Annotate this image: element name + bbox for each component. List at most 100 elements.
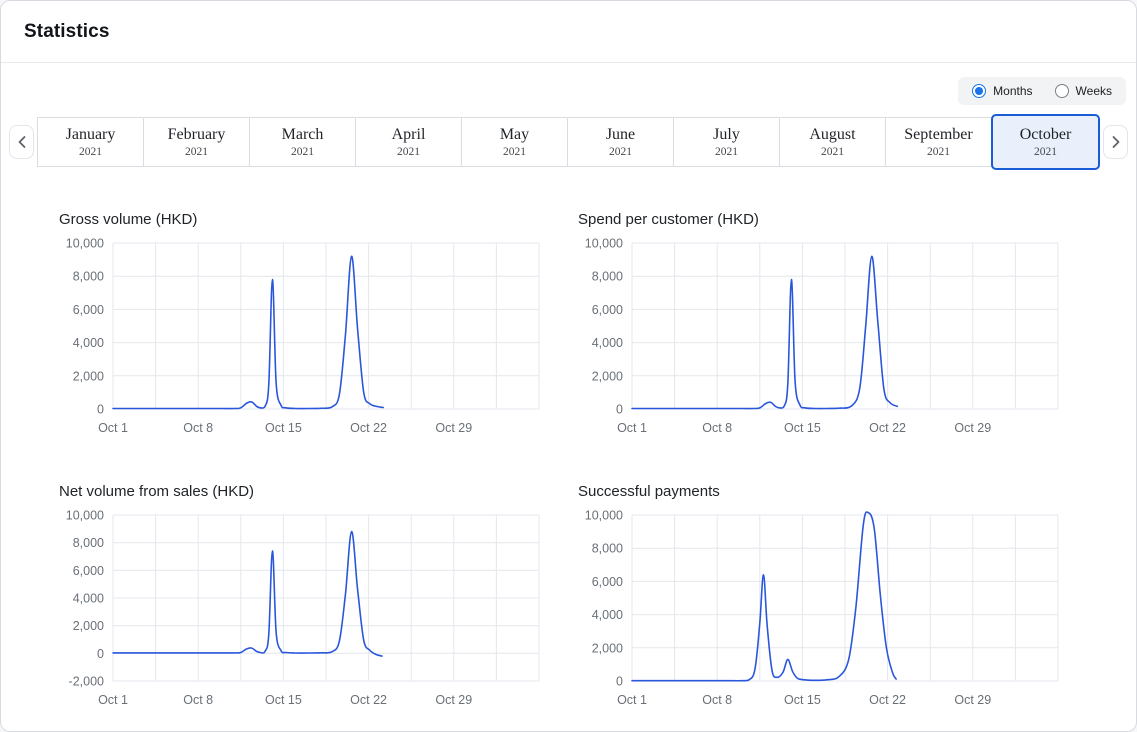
svg-text:Oct 22: Oct 22 xyxy=(350,693,387,707)
svg-text:6,000: 6,000 xyxy=(73,303,104,317)
svg-text:Oct 1: Oct 1 xyxy=(98,693,128,707)
svg-text:Oct 1: Oct 1 xyxy=(98,421,128,435)
month-item-february[interactable]: February 2021 xyxy=(143,117,250,167)
period-toggle: Months Weeks xyxy=(958,77,1126,105)
month-carousel: January2021February2021March2021April202… xyxy=(1,113,1136,171)
carousel-prev-button[interactable] xyxy=(9,125,34,159)
chart-canvas: 0 2,000 4,000 6,000 8,000 10,000 Oct 1 Oct 8 Oct… xyxy=(576,507,1068,713)
month-item-april[interactable]: April 2021 xyxy=(355,117,462,167)
chart-canvas: 0 2,000 4,000 6,000 8,000 10,000 Oct 1 Oct 8 Oct… xyxy=(576,235,1068,441)
month-label: August xyxy=(809,126,855,144)
month-item-august[interactable]: August 2021 xyxy=(779,117,886,167)
svg-text:8,000: 8,000 xyxy=(73,536,104,550)
month-year: 2021 xyxy=(715,146,738,158)
chart-title: Successful payments xyxy=(578,483,1068,501)
svg-text:-2,000: -2,000 xyxy=(69,675,104,689)
toolbar: Months Weeks xyxy=(1,63,1136,113)
svg-text:Oct 22: Oct 22 xyxy=(869,693,906,707)
svg-text:2,000: 2,000 xyxy=(592,369,623,383)
month-item-july[interactable]: July 2021 xyxy=(673,117,780,167)
chart-successful-payments: Successful payments 0 2,000 4,000 6,000 8,000… xyxy=(576,483,1068,713)
month-label: June xyxy=(606,126,635,144)
carousel-next-button[interactable] xyxy=(1103,125,1128,159)
month-item-september[interactable]: September 2021 xyxy=(885,117,992,167)
month-year: 2021 xyxy=(1034,146,1057,158)
month-list: January2021February2021March2021April202… xyxy=(37,113,1100,171)
month-label: January xyxy=(66,126,116,144)
month-year: 2021 xyxy=(291,146,314,158)
svg-text:0: 0 xyxy=(616,675,623,689)
svg-text:Oct 29: Oct 29 xyxy=(435,693,472,707)
month-item-march[interactable]: March 2021 xyxy=(249,117,356,167)
svg-text:4,000: 4,000 xyxy=(592,336,623,350)
month-item-june[interactable]: June 2021 xyxy=(567,117,674,167)
svg-text:10,000: 10,000 xyxy=(585,509,623,523)
svg-text:10,000: 10,000 xyxy=(66,237,104,251)
svg-text:8,000: 8,000 xyxy=(592,270,623,284)
svg-text:Oct 8: Oct 8 xyxy=(183,693,213,707)
svg-text:2,000: 2,000 xyxy=(73,369,104,383)
svg-text:Oct 22: Oct 22 xyxy=(350,421,387,435)
chart-canvas: 0 2,000 4,000 6,000 8,000 10,000 Oct 1 Oct 8 Oct… xyxy=(57,235,549,441)
month-label: March xyxy=(282,126,324,144)
month-year: 2021 xyxy=(821,146,844,158)
svg-text:Oct 15: Oct 15 xyxy=(265,693,302,707)
statistics-window: Statistics Months Weeks January2021Febru… xyxy=(0,0,1137,732)
svg-text:Oct 8: Oct 8 xyxy=(183,421,213,435)
svg-text:Oct 15: Oct 15 xyxy=(784,693,821,707)
month-label: September xyxy=(904,126,972,144)
svg-text:0: 0 xyxy=(616,403,623,417)
svg-text:0: 0 xyxy=(97,647,104,661)
month-year: 2021 xyxy=(397,146,420,158)
chart-gross-volume-hkd: Gross volume (HKD) 0 2,000 4,000 6,000 8,000 1… xyxy=(57,211,549,441)
svg-text:Oct 15: Oct 15 xyxy=(784,421,821,435)
svg-text:8,000: 8,000 xyxy=(592,542,623,556)
radio-option-months[interactable]: Months xyxy=(972,84,1032,98)
month-year: 2021 xyxy=(503,146,526,158)
svg-text:Oct 8: Oct 8 xyxy=(702,693,732,707)
svg-text:Oct 29: Oct 29 xyxy=(435,421,472,435)
svg-text:Oct 29: Oct 29 xyxy=(954,421,991,435)
chart-canvas: -2,00002,0004,0006,0008,00010,000Oct 1Oc… xyxy=(57,507,549,713)
chart-title: Gross volume (HKD) xyxy=(59,211,549,229)
charts-grid: Gross volume (HKD) 0 2,000 4,000 6,000 8,000 1… xyxy=(1,171,1136,713)
month-year: 2021 xyxy=(185,146,208,158)
radio-option-weeks[interactable]: Weeks xyxy=(1055,84,1112,98)
radio-selected-icon xyxy=(972,84,986,98)
svg-text:8,000: 8,000 xyxy=(73,270,104,284)
chart-net-volume-from-sales-hkd: Net volume from sales (HKD)-2,00002,0004… xyxy=(57,483,549,713)
svg-text:Oct 1: Oct 1 xyxy=(617,421,647,435)
svg-text:Oct 15: Oct 15 xyxy=(265,421,302,435)
chart-title: Spend per customer (HKD) xyxy=(578,211,1068,229)
chevron-right-icon xyxy=(1110,135,1122,149)
svg-text:2,000: 2,000 xyxy=(73,619,104,633)
month-label: April xyxy=(392,126,426,144)
month-item-january[interactable]: January2021 xyxy=(37,117,144,167)
month-year: 2021 xyxy=(927,146,950,158)
chart-spend-per-customer-hkd: Spend per customer (HKD) 0 2,000 4,000 6,000… xyxy=(576,211,1068,441)
svg-text:4,000: 4,000 xyxy=(73,336,104,350)
svg-text:6,000: 6,000 xyxy=(73,564,104,578)
page-title: Statistics xyxy=(24,21,109,43)
header: Statistics xyxy=(1,1,1136,63)
chevron-left-icon xyxy=(16,135,28,149)
svg-text:Oct 29: Oct 29 xyxy=(954,693,991,707)
svg-text:10,000: 10,000 xyxy=(585,237,623,251)
month-label: July xyxy=(713,126,740,144)
svg-text:2,000: 2,000 xyxy=(592,641,623,655)
svg-text:Oct 8: Oct 8 xyxy=(702,421,732,435)
month-item-may[interactable]: May 2021 xyxy=(461,117,568,167)
svg-text:Oct 22: Oct 22 xyxy=(869,421,906,435)
svg-text:6,000: 6,000 xyxy=(592,575,623,589)
svg-text:4,000: 4,000 xyxy=(592,608,623,622)
chart-title: Net volume from sales (HKD) xyxy=(59,483,549,501)
svg-text:Oct 1: Oct 1 xyxy=(617,693,647,707)
month-label: May xyxy=(500,126,529,144)
month-year: 2021 xyxy=(609,146,632,158)
svg-text:6,000: 6,000 xyxy=(592,303,623,317)
svg-text:10,000: 10,000 xyxy=(66,509,104,523)
month-label: February xyxy=(168,126,226,144)
month-item-october[interactable]: October2021 xyxy=(991,114,1100,170)
svg-text:0: 0 xyxy=(97,403,104,417)
radio-option-label: Months xyxy=(993,84,1032,98)
